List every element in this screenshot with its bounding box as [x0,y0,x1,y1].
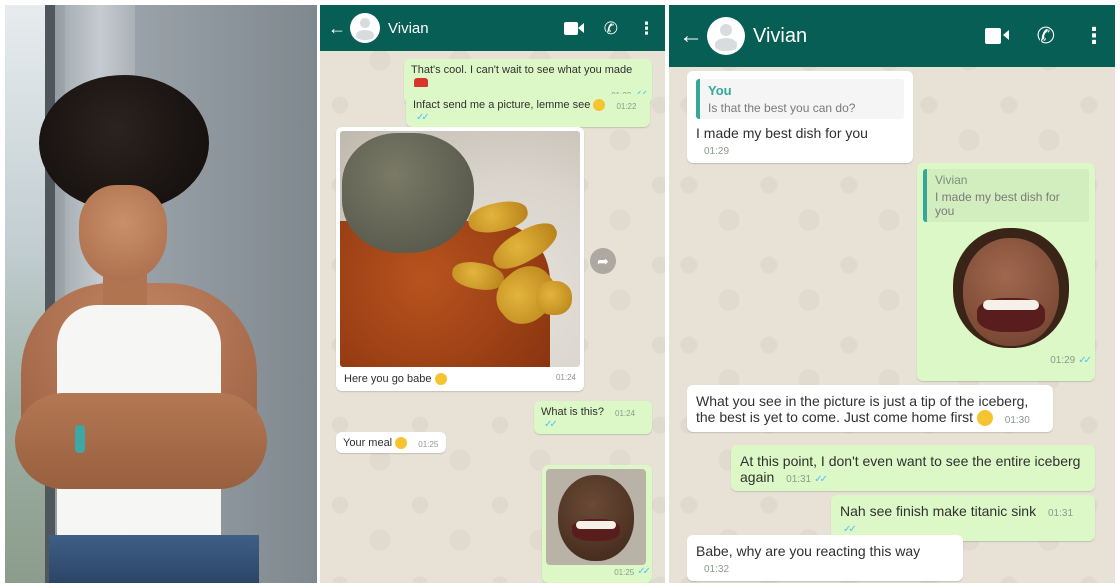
quoted-author: Vivian [935,173,968,187]
message-incoming-image[interactable]: Here you go babe 01:24 [336,127,584,392]
laughing-man-sticker[interactable] [546,469,646,565]
message-time: 01:30 [1004,415,1030,427]
voice-call-icon[interactable]: ✆ [1037,25,1055,47]
message-time: 01:31 [786,474,812,485]
more-options-icon[interactable]: ⋮ [638,20,655,37]
message-text: Your meal [343,437,393,449]
avatar[interactable] [707,17,745,55]
photo-bracelet [75,425,85,453]
quoted-author: You [708,83,732,98]
sticker-teeth [983,300,1039,310]
quoted-message[interactable]: Vivian I made my best dish for you [923,169,1089,222]
message-incoming-reply[interactable]: You Is that the best you can do? I made … [687,71,913,163]
message-text: Nah see finish make titanic sink [840,503,1037,519]
message-outgoing[interactable]: At this point, I don't even want to see … [731,445,1095,491]
photo-window [5,5,45,583]
message-time: 01:25 [614,568,635,577]
message-time: 01:29 [704,146,730,157]
message-text: That's cool. I can't wait to see what yo… [411,64,633,76]
message-text: I made my best dish for you [696,125,868,141]
message-outgoing[interactable]: Infact send me a picture, lemme see 01:2… [406,94,650,128]
woman-photo [5,5,317,583]
read-ticks-icon: ✓✓ [814,474,828,485]
photo-crossed-arms [15,393,267,489]
motorbike-emoji-icon [414,77,428,87]
video-call-icon[interactable] [563,21,584,35]
photo-window-frame [45,5,55,583]
message-time: 01:31 [1047,508,1074,519]
message-outgoing[interactable]: What is this? 01:24 ✓✓ [534,401,652,434]
wink-emoji-icon [434,373,447,386]
read-ticks-icon: ✓✓ [544,419,558,430]
unamused-emoji-icon [395,437,408,450]
read-ticks-icon: ✓✓ [1078,355,1092,366]
message-text: Babe, why are you reacting this way [696,543,921,559]
quoted-text: Is that the best you can do? [708,101,856,115]
back-arrow-icon[interactable]: ← [679,22,703,50]
relieved-emoji-icon [976,410,993,427]
message-incoming[interactable]: Babe, why are you reacting this way 01:3… [687,535,963,581]
read-ticks-icon: ✓✓ [843,524,857,535]
photo-jeans [49,535,259,583]
message-time: 01:22 [616,102,637,112]
voice-call-icon[interactable]: ✆ [604,20,618,37]
meal-plantain [536,281,572,315]
message-text: What is this? [541,406,604,418]
quoted-text: I made my best dish for you [935,190,1060,218]
avatar[interactable] [350,13,380,43]
message-time: 01:29 [1050,355,1076,366]
contact-name[interactable]: Vivian [753,25,957,48]
more-options-icon[interactable]: ⋮ [1083,25,1105,47]
back-arrow-icon[interactable]: ← [328,18,346,39]
meal-photo[interactable] [340,131,580,367]
quoted-message[interactable]: You Is that the best you can do? [696,79,904,119]
message-time: 01:24 [555,373,576,382]
forward-icon[interactable]: ➦ [590,248,616,274]
chat-header: ← Vivian ✆ ⋮ [320,5,665,51]
chat-screen-1: ← Vivian ✆ ⋮ That's cool. I can't wait t… [320,5,665,583]
message-time: 01:32 [704,564,730,575]
chat-screen-2: ← Vivian ✆ ⋮ You Is that the best you ca… [669,5,1115,583]
video-call-icon[interactable] [984,28,1009,44]
sticker-teeth [576,521,616,529]
message-text: Infact send me a picture, lemme see [413,99,591,111]
message-time: 01:24 [615,409,636,418]
puppet-face-sticker[interactable] [951,228,1071,350]
read-ticks-icon: ✓✓ [637,566,651,577]
contact-name[interactable]: Vivian [388,20,544,37]
read-ticks-icon: ✓✓ [416,112,430,124]
sticker-face [558,475,634,561]
message-incoming[interactable]: What you see in the picture is just a ti… [687,385,1053,433]
grin-emoji-icon [593,99,606,112]
photo-face [79,185,167,281]
image-caption: Here you go babe [344,373,432,385]
message-outgoing-sticker[interactable]: Vivian I made my best dish for you 01:29… [917,163,1095,381]
message-time: 01:25 [418,440,439,450]
chat-header: ← Vivian ✆ ⋮ [669,5,1115,67]
meal-amala [342,133,474,253]
message-incoming[interactable]: Your meal 01:25 [336,432,446,454]
message-outgoing-sticker[interactable]: 01:25 ✓✓ [542,465,652,583]
